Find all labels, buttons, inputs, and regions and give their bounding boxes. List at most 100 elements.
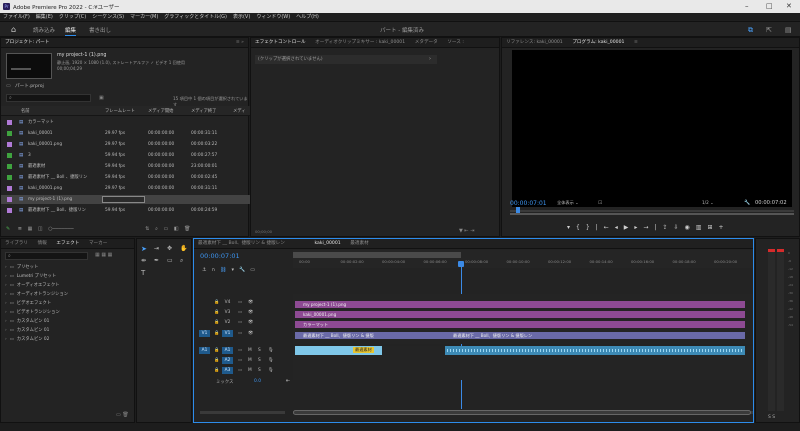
mix-jump-icon[interactable]: ⇤ <box>286 378 290 384</box>
clip-v1b[interactable]: 最適素材下 __ Boll、捷版リン & 捷版レン <box>445 332 745 339</box>
lock-icon[interactable]: 🔒 <box>214 356 219 365</box>
trash-icon[interactable]: 🗑 <box>184 226 190 232</box>
more-icon[interactable]: + <box>718 224 729 231</box>
slip-tool-icon[interactable]: ⇹ <box>141 257 146 264</box>
compare-icon[interactable]: ▥ <box>696 224 708 231</box>
lock-icon[interactable]: 🔒 <box>214 298 219 307</box>
chevron-right-icon[interactable]: › <box>5 283 7 288</box>
menu-clip[interactable]: クリップ(C) <box>56 13 89 22</box>
workspace-edit[interactable]: 編集 <box>65 26 77 36</box>
label-color-chip[interactable] <box>7 131 12 136</box>
eye-icon[interactable]: 👁 <box>248 298 253 307</box>
menu-window[interactable]: ウィンドウ(W) <box>253 13 293 22</box>
lock-icon[interactable]: 🔒 <box>214 329 219 338</box>
sync-lock-icon[interactable]: ▭ <box>238 356 242 365</box>
caption-icon[interactable]: ▭ <box>250 267 260 273</box>
chevron-right-icon[interactable]: › <box>5 292 7 297</box>
timeline-h-scrollbar[interactable] <box>293 410 753 415</box>
tab-reference[interactable]: リファレンス: kaki_00001 <box>502 38 567 48</box>
rectangle-tool-icon[interactable]: ▭ <box>167 257 173 264</box>
menu-edit[interactable]: 編集(E) <box>33 13 56 22</box>
effects-folder[interactable]: › ▭ カスタムビン 01 <box>5 326 132 335</box>
ripple-edit-tool-icon[interactable]: ✥ <box>167 245 172 252</box>
clip-v2[interactable]: カラーマット <box>295 321 745 328</box>
source-patch-v1[interactable]: V1 <box>199 330 210 337</box>
sync-lock-icon[interactable]: ▭ <box>238 318 242 327</box>
quick-export-icon[interactable]: ⇱ <box>766 26 772 34</box>
timeline-timecode[interactable]: 00:00:07:01 <box>200 252 240 260</box>
mute-button[interactable]: M <box>248 356 252 365</box>
label-color-chip[interactable] <box>7 208 12 213</box>
effects-folder[interactable]: › ▭ オーディオエフェクト <box>5 281 132 290</box>
zoom-tool-icon[interactable]: ⌕ <box>180 257 183 265</box>
project-list-item[interactable]: ▤ kaki_00001.png 29.97 fps 00:00:00:00 00:00… <box>1 184 250 193</box>
label-color-chip[interactable] <box>7 164 12 169</box>
track-select-tool-icon[interactable]: ⇥ <box>154 245 159 252</box>
chevron-right-icon[interactable]: › <box>5 319 7 324</box>
zoom-slider[interactable]: ○─────── <box>48 226 73 232</box>
rename-field[interactable] <box>102 196 145 203</box>
monitor-settings-icon[interactable]: ⊡ <box>598 200 602 206</box>
lock-icon[interactable]: 🔒 <box>214 318 219 327</box>
list-view-icon[interactable]: ≣ <box>18 226 22 232</box>
chevron-right-icon[interactable]: › <box>5 328 7 333</box>
tab-markers[interactable]: マーカー <box>85 239 111 249</box>
tab-sequence-1[interactable]: 最適素材下 __ Boll、捷版リン & 捷版レン <box>194 239 289 249</box>
eye-icon[interactable]: 👁 <box>248 329 253 338</box>
icon-view-icon[interactable]: ▦ <box>28 226 33 232</box>
tab-effect-controls[interactable]: エフェクトコントロール <box>251 38 310 48</box>
timeline-header-scroll[interactable] <box>200 411 285 414</box>
menu-marker[interactable]: マーカー(M) <box>127 13 161 22</box>
write-icon[interactable]: ✎ <box>6 226 10 232</box>
lock-icon[interactable]: 🔒 <box>214 366 219 375</box>
mute-button[interactable]: M <box>248 346 252 355</box>
chevron-right-icon[interactable]: › <box>5 274 7 279</box>
effects-new-bin-icon[interactable]: ▭ 🗑 <box>116 412 129 418</box>
solo-buttons[interactable]: S S <box>768 415 775 420</box>
tab-sequence-kaki[interactable]: kaki_00001 <box>310 239 344 249</box>
solo-button[interactable]: S <box>258 356 261 365</box>
tab-program[interactable]: プログラム: kaki_00001 <box>568 38 628 48</box>
tab-info[interactable]: 情報 <box>34 239 51 249</box>
mic-icon[interactable]: 🎙 <box>268 366 273 375</box>
track-name[interactable]: V1 <box>222 330 233 337</box>
chevron-right-icon[interactable]: › <box>5 301 7 306</box>
mute-button[interactable]: M <box>248 366 252 375</box>
quality-dropdown[interactable]: 1/2 ⌄ <box>702 200 732 205</box>
solo-button[interactable]: S <box>258 366 261 375</box>
menu-file[interactable]: ファイル(F) <box>0 13 33 22</box>
minimize-icon[interactable]: – <box>745 2 749 10</box>
tab-source[interactable]: ソース : <box>443 38 468 48</box>
clip-v1a[interactable]: 最適素材下 __ Boll、捷版リン & 捷版 <box>295 332 445 339</box>
sync-lock-icon[interactable]: ▭ <box>238 346 242 355</box>
tab-sequence-3[interactable]: 最適素材 <box>346 239 372 249</box>
lock-icon[interactable]: 🔒 <box>214 308 219 317</box>
project-search-input[interactable]: ⌕ <box>6 94 91 102</box>
mark-in-icon[interactable]: { <box>576 224 586 231</box>
eye-icon[interactable]: 👁 <box>248 308 253 317</box>
col-media[interactable]: メディ <box>233 108 246 114</box>
fullscreen-icon[interactable]: ⧉ <box>748 26 753 35</box>
tab-audio-clip-mixer[interactable]: オーディオクリップミキサー : kaki_00001 <box>311 38 409 48</box>
clip-v4[interactable]: my project-1 (1).png <box>295 301 745 308</box>
track-name[interactable]: A2 <box>222 357 233 364</box>
tab-effects[interactable]: エフェクト <box>52 239 83 249</box>
export-frame-icon[interactable]: ◉ <box>685 224 696 231</box>
chevron-right-icon[interactable]: › <box>5 337 7 342</box>
solo-button[interactable]: S <box>258 346 261 355</box>
go-to-in-icon[interactable]: |← <box>596 224 615 231</box>
label-color-chip[interactable] <box>7 175 12 180</box>
project-list-item[interactable]: ▤ 最適素材 59.94 fps 00:00:00:00 23:00:00:01 <box>1 162 250 171</box>
close-icon[interactable]: ✕ <box>786 2 792 10</box>
clip-a1-right[interactable] <box>445 346 745 355</box>
menu-help[interactable]: ヘルプ(H) <box>293 13 322 22</box>
workspace-export[interactable]: 書き出し <box>89 26 111 34</box>
new-bin-icon[interactable]: ▣ <box>99 95 104 101</box>
clip-a1-left[interactable]: 最適素材 <box>295 346 382 355</box>
menu-view[interactable]: 表示(V) <box>230 13 253 22</box>
label-color-chip[interactable] <box>7 197 12 202</box>
selection-tool-icon[interactable]: ➤ <box>141 245 147 253</box>
pen-tool-icon[interactable]: ✒ <box>154 257 159 264</box>
effects-folder[interactable]: › ▭ プリセット <box>5 263 132 272</box>
monitor-menu-icon[interactable]: ≡ <box>630 38 642 48</box>
